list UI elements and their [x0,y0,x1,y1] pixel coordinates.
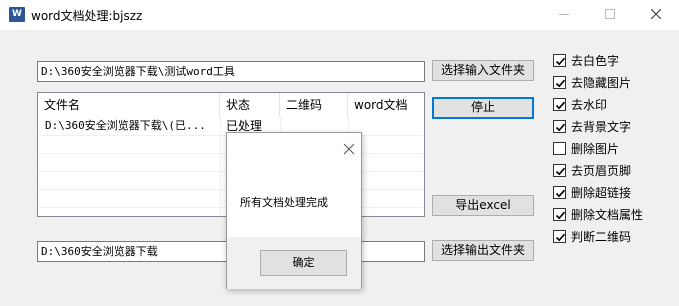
select-output-folder-button[interactable]: 选择输出文件夹 [432,240,534,261]
checkbox-box[interactable] [553,230,566,243]
column-header-word-doc[interactable]: word文档 [348,93,424,117]
export-excel-button[interactable]: 导出excel [432,195,534,216]
checkbox-box[interactable] [553,76,566,89]
dialog-message: 所有文档处理完成 [240,196,328,209]
checkbox-box[interactable] [553,164,566,177]
column-header-status[interactable]: 状态 [220,93,280,117]
checkbox-box[interactable] [553,208,566,221]
option-label: 删除图片 [571,142,620,156]
option-label: 删除超链接 [571,186,632,200]
checkbox-box[interactable] [553,120,566,133]
option-label: 去页眉页脚 [571,164,632,178]
checkmark-icon [555,189,566,198]
close-icon [651,9,661,19]
checkbox-box[interactable] [553,142,566,155]
input-folder-field[interactable]: D:\360安全浏览器下载\测试word工具 [37,61,425,82]
checkbox-box[interactable] [553,186,566,199]
checkmark-icon [555,233,566,242]
option-checkbox[interactable]: 删除超链接 [553,184,663,200]
dialog-close-button[interactable] [343,143,357,157]
minimize-button[interactable] [541,0,587,30]
dialog-footer: 确定 [227,237,361,289]
checkmark-icon [555,167,566,176]
completion-dialog: 所有文档处理完成 确定 [226,132,362,289]
stop-button[interactable]: 停止 [432,97,534,119]
minimize-icon [559,14,569,15]
close-icon [343,143,355,155]
option-checkbox[interactable]: 去页眉页脚 [553,162,663,178]
checkbox-box[interactable] [553,54,566,67]
option-checkbox[interactable]: 删除图片 [553,140,663,156]
option-checkbox[interactable]: 删除文档属性 [553,206,663,222]
cell-filename: D:\360安全浏览器下载\(已... [45,119,206,132]
option-checkbox[interactable]: 去隐藏图片 [553,74,663,90]
option-checkbox[interactable]: 去背景文字 [553,118,663,134]
checkmark-icon [555,57,566,66]
column-header-filename[interactable]: 文件名 [38,93,220,117]
window-title: word文档处理:bjszz [31,9,143,23]
file-list-header: 文件名 状态 二维码 word文档 [38,93,424,117]
column-header-qrcode[interactable]: 二维码 [280,93,348,117]
checkbox-box[interactable] [553,98,566,111]
dialog-ok-button[interactable]: 确定 [260,250,347,276]
maximize-icon [605,9,615,19]
option-label: 删除文档属性 [571,208,644,222]
option-label: 去水印 [571,98,608,112]
close-button[interactable] [633,0,679,30]
title-bar: W word文档处理:bjszz [0,0,679,30]
option-checkbox[interactable]: 去水印 [553,96,663,112]
checkmark-icon [555,101,566,110]
option-label: 判断二维码 [571,230,632,244]
select-input-folder-button[interactable]: 选择输入文件夹 [432,60,534,81]
option-checkbox[interactable]: 去白色字 [553,52,663,68]
option-label: 去隐藏图片 [571,76,632,90]
option-label: 去背景文字 [571,120,632,134]
maximize-button[interactable] [587,0,633,30]
option-checkbox[interactable]: 判断二维码 [553,228,663,244]
checkmark-icon [555,79,566,88]
checkmark-icon [555,123,566,132]
word-app-icon: W [9,7,25,22]
option-label: 去白色字 [571,54,620,68]
checkmark-icon [555,211,566,220]
